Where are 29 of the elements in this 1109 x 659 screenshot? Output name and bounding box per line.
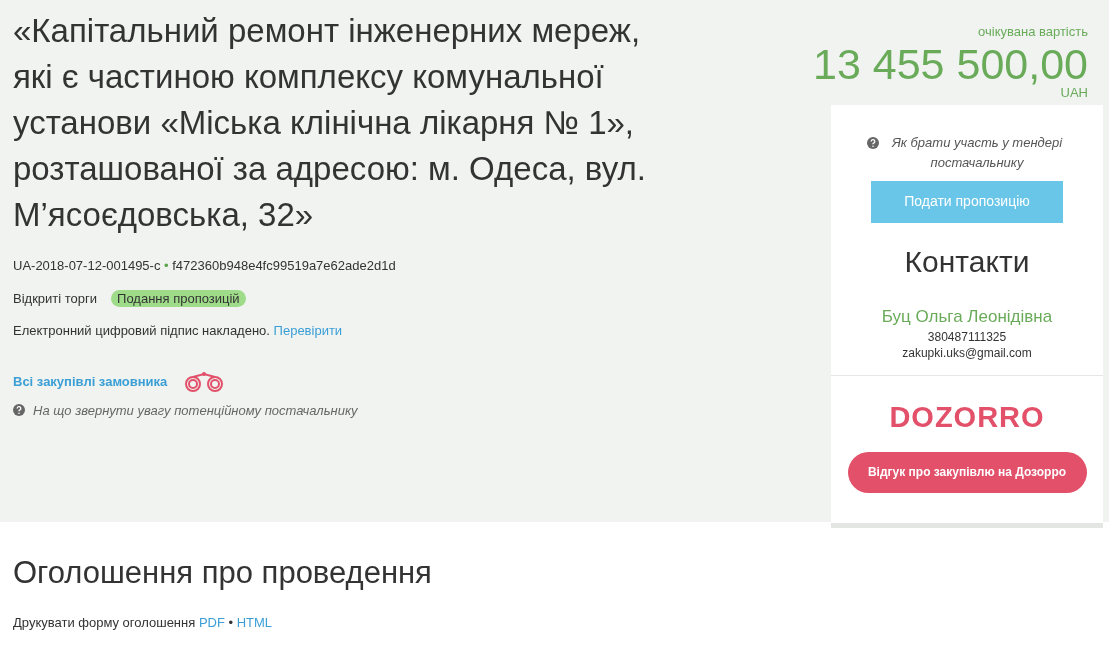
print-format-link[interactable]: PDF: [198, 615, 225, 631]
separator-dot: •: [227, 615, 235, 631]
price-currency: UAH: [1060, 85, 1088, 99]
procedure-type: Відкриті торги: [13, 290, 98, 306]
print-format-link[interactable]: HTML: [236, 615, 273, 631]
dozorro-logo: DOZORRO: [888, 400, 1046, 435]
tender-title: «Капітальний ремонт інженерних мереж, які є частиною комплексу комунальної установи «Міська клінічна лікарня № 1», розташованої за адресою: м. Одеса, вул. М’ясоєдовська, 32»: [13, 11, 647, 235]
contact-email: zakupki.uks@gmail.com: [901, 345, 1033, 361]
contacts-heading: Контакти: [903, 243, 1031, 280]
price-label: очікувана вартість: [978, 23, 1088, 41]
separator-dot: •: [164, 258, 169, 273]
status-badge: Подання пропозицій: [111, 289, 246, 307]
participation-help-link[interactable]: Як брати участь у тендері постачальнику: [887, 132, 1067, 173]
section-heading: Оголошення про проведення: [13, 554, 433, 592]
print-label: Друкувати форму оголошення: [13, 615, 196, 631]
submit-bid-button[interactable]: Подати пропозицію: [871, 180, 1063, 223]
contact-name: Буц Ольга Леонідівна: [880, 305, 1054, 328]
tender-id: UA-2018-07-12-001495-c: [13, 258, 161, 273]
price-amount: 13 455 500,00: [813, 41, 1088, 86]
contact-phone: 380487111325: [926, 329, 1008, 345]
feedback-button[interactable]: Відгук про закупівлю на Дозорро: [847, 451, 1087, 493]
signature-text: Електронний цифровий підпис накладено.: [13, 323, 270, 338]
tender-hash: f472360b948e4fc99519a7e62ade2d1d: [172, 258, 396, 273]
binoculars-icon: [183, 370, 226, 393]
verify-link[interactable]: Перевірити: [273, 323, 343, 338]
help-icon: [867, 136, 879, 149]
help-icon: [13, 403, 25, 416]
customer-tenders-link[interactable]: Всі закупівлі замовника: [13, 371, 168, 392]
hint-text: На що звернути увагу потенційному постачальнику: [33, 402, 358, 418]
